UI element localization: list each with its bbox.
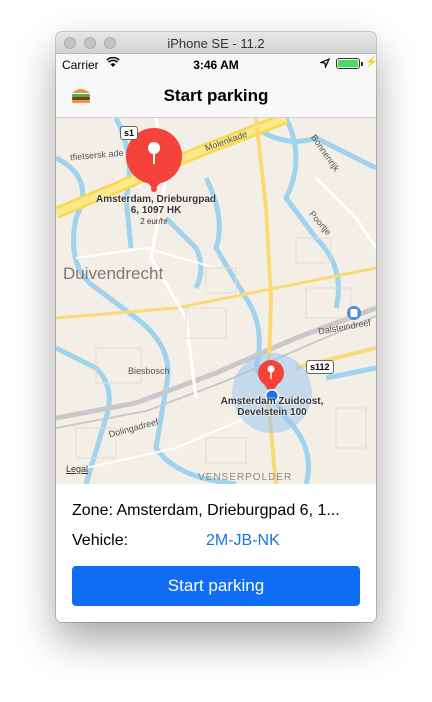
zone-pin-label-line2: 6, 1097 HK <box>130 205 182 216</box>
page-title: Start parking <box>163 86 269 105</box>
zone-rate-label: 2 eur/hr <box>140 217 168 226</box>
battery-icon <box>336 58 360 69</box>
zone-pin-label[interactable]: Amsterdam, Drieburgpad 6, 1097 HK <box>82 194 230 216</box>
legal-link[interactable]: Legal <box>66 464 88 474</box>
vehicle-plate-link[interactable]: 2M-JB-NK <box>206 532 280 550</box>
street-label: Biesbosch <box>128 366 170 376</box>
map-canvas <box>56 118 376 484</box>
battery-cap <box>361 62 363 66</box>
neighborhood-label: VENSERPOLDER <box>198 472 293 483</box>
window-title-bar: iPhone SE - 11.2 <box>56 32 376 54</box>
district-label: Duivendrecht <box>63 264 164 283</box>
simulator-window: iPhone SE - 11.2 Carrier 3:46 AM ⚡ Start… <box>56 32 376 622</box>
develstein-pin-label-line1: Amsterdam Zuidoost, <box>220 396 324 407</box>
status-bar: Carrier 3:46 AM ⚡ <box>56 54 376 74</box>
parking-panel: Zone: Amsterdam, Drieburgpad 6, 1... Veh… <box>56 484 376 622</box>
parking-map[interactable]: tfietsersk ade Molenkade Bonnenrijk Dals… <box>56 118 376 484</box>
develstein-pin-label[interactable]: Amsterdam Zuidoost, Develstein 100 <box>202 396 342 418</box>
vehicle-label: Vehicle: <box>72 532 129 549</box>
zone-pin-label-line1: Amsterdam, Drieburgpad <box>95 194 217 205</box>
zone-label: Zone: <box>72 502 113 519</box>
road-shield-top: s1 <box>120 126 139 140</box>
navigation-bar: Start parking <box>56 74 376 118</box>
window-title: iPhone SE - 11.2 <box>167 36 265 51</box>
location-arrow-icon <box>320 58 330 68</box>
zone-row: Zone: Amsterdam, Drieburgpad 6, 1... <box>72 502 364 520</box>
develstein-pin-label-line2: Develstein 100 <box>237 407 307 418</box>
road-shield: s112 <box>306 360 334 374</box>
start-parking-button[interactable]: Start parking <box>72 566 360 606</box>
charging-bolt-icon: ⚡ <box>365 57 376 68</box>
zone-value: Amsterdam, Drieburgpad 6, 1... <box>116 502 340 519</box>
